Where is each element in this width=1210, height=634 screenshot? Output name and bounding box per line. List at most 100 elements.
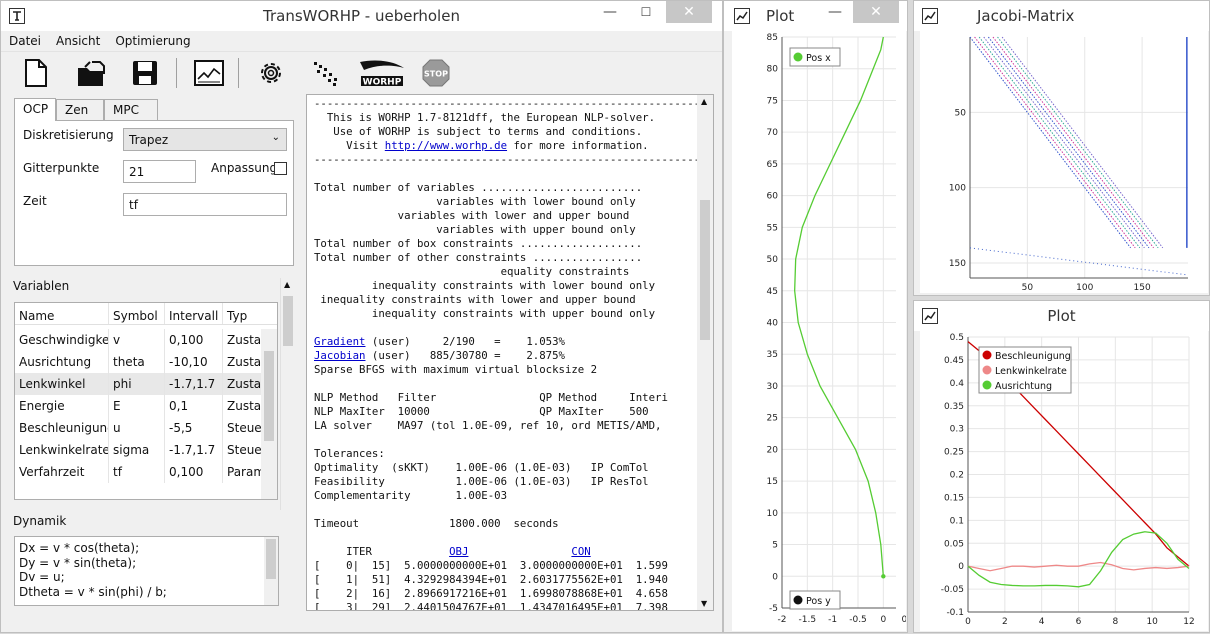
- plot-window-icon: [922, 8, 938, 24]
- table-row[interactable]: Lenkwinkelratesigma-1.7,1.7Steuerung: [15, 439, 277, 461]
- legend-marker: [982, 365, 992, 375]
- diskretisierung-select[interactable]: Trapez ⌄: [123, 128, 287, 151]
- table-row[interactable]: Energie E 0,1 Zustand: [15, 395, 277, 417]
- console-line: Complementarity 1.00E-03: [314, 489, 508, 502]
- legend-label: Ausrichtung: [995, 381, 1052, 392]
- menu-optimierung[interactable]: Optimierung: [107, 32, 197, 48]
- gitterpunkte-label: Gitterpunkte: [23, 161, 100, 175]
- console-scroll-thumb[interactable]: [700, 200, 710, 340]
- table-cell-intervall: 0,1: [165, 395, 223, 417]
- jacobi-area[interactable]: 50 100 150 50 100 150: [920, 31, 1208, 293]
- console-scrollbar[interactable]: ▲ ▼: [697, 95, 713, 610]
- variablen-label: Variablen: [13, 279, 70, 293]
- column-header-intervall[interactable]: Intervall: [165, 303, 223, 324]
- tab-zen[interactable]: Zen: [56, 99, 104, 121]
- anpassung-checkbox[interactable]: [274, 162, 287, 175]
- sparsity-band: [987, 36, 1150, 249]
- y-tick-label: 0.1: [950, 516, 964, 526]
- column-header-typ[interactable]: Typ: [223, 303, 277, 324]
- y-tick-label: 30: [767, 382, 779, 392]
- plot2-area[interactable]: -0.1 -0.05 0 0.05 0.1 0.15 0.2 0.25 0.3 0.35 0.4 0.…: [920, 331, 1208, 631]
- table-row[interactable]: Beschleunigungu-5,5Steuerung: [15, 417, 277, 439]
- dynamik-line: Dtheta = v * sin(phi) / b;: [19, 584, 167, 599]
- worhp-button[interactable]: WORHP: [357, 56, 407, 90]
- zeit-label: Zeit: [23, 194, 47, 208]
- dynamik-editor[interactable]: Dx = v * cos(theta); Dy = v * sin(theta)…: [14, 536, 279, 606]
- legend-label: Pos x: [806, 53, 831, 64]
- console-line: Gradient (user) 2/190 = 1.053%: [314, 335, 565, 348]
- plot1-area[interactable]: -5 0 5 10 15 20 25 30 35 40 45 50 55 60 65 70 75 80 85 -2 -1…: [732, 31, 916, 631]
- worhp-logo-icon: WORHP: [360, 60, 404, 88]
- table-cell-name: Lenkwinkel: [15, 373, 109, 395]
- plot1-chart: -5 0 5 10 15 20 25 30 35 40 45 50 55 60 65 70 75 80 85 -2 -1…: [767, 33, 916, 625]
- console-link-link[interactable]: http://www.worhp.de: [385, 139, 507, 152]
- chevron-down-icon: ⌄: [271, 132, 280, 143]
- table-row[interactable]: Verfahrzeittf0,100Parameter: [15, 461, 277, 483]
- settings-button[interactable]: [253, 56, 289, 90]
- column-header-symbol[interactable]: Symbol: [109, 303, 165, 324]
- x-tick-label: 0.5: [902, 615, 906, 625]
- console-line: Tolerances:: [314, 447, 385, 460]
- table-row[interactable]: Lenkwinkel phi -1.7,1.7 Zustand: [15, 373, 277, 395]
- x-tick-label: 100: [1076, 283, 1093, 293]
- new-file-icon: [25, 59, 47, 87]
- console-line: ----------------------------------------…: [314, 153, 714, 166]
- y-tick-label: 50: [955, 108, 967, 118]
- left-panel-scroll-thumb[interactable]: [283, 296, 293, 346]
- dynamik-scroll-thumb[interactable]: [266, 539, 276, 579]
- tab-mpc[interactable]: MPC: [104, 99, 158, 121]
- legend-marker: [982, 350, 992, 360]
- dynamik-line: Dy = v * sin(theta);: [19, 555, 137, 570]
- stop-button[interactable]: STOP: [418, 56, 454, 90]
- table-cell-name: Geschwindigkeit: [15, 329, 109, 351]
- solver-console[interactable]: ----------------------------------------…: [306, 94, 714, 611]
- menu-ansicht[interactable]: Ansicht: [48, 32, 107, 48]
- plot-window-controls: Plot -0.1 -0.05 0 0.05 0.1 0.15 0.2 0.25 0.3 0.35…: [913, 300, 1210, 633]
- table-row[interactable]: Ausrichtung theta -10,10 Zustand: [15, 351, 277, 373]
- sparsity-band: [974, 36, 1136, 249]
- console-line: [ 2| 16] 2.8966917216E+01 1.6998078868E+…: [314, 587, 668, 600]
- x-tick-label: -2: [778, 615, 787, 625]
- x-tick-label: -1.5: [799, 615, 817, 625]
- new-file-button[interactable]: [18, 56, 54, 90]
- sparsity-band: [969, 36, 1132, 249]
- plot1-minimize-button[interactable]: —: [818, 1, 852, 23]
- sparsity-button[interactable]: [308, 56, 344, 90]
- sparsity-row: [969, 247, 1189, 276]
- table-scroll-thumb[interactable]: [264, 351, 274, 441]
- plot2-titlebar: Plot: [914, 301, 1209, 331]
- close-button[interactable]: ✕: [666, 1, 712, 23]
- console-link-jacobian[interactable]: Jacobian: [314, 349, 365, 362]
- plot1-close-button[interactable]: ✕: [853, 1, 899, 23]
- tab-ocp[interactable]: OCP: [14, 98, 56, 121]
- dynamik-line: Dv = u;: [19, 570, 65, 584]
- column-header-name[interactable]: Name: [15, 303, 109, 324]
- table-scrollbar[interactable]: [261, 329, 277, 499]
- open-file-button[interactable]: [73, 56, 109, 90]
- console-line: LA solver MA97 (tol 1.0E-09, ref 10, ord…: [314, 419, 662, 432]
- maximize-button[interactable]: ☐: [629, 1, 663, 23]
- plot-button[interactable]: [191, 56, 227, 90]
- gitterpunkte-input[interactable]: 21: [123, 160, 196, 183]
- left-panel-scrollbar[interactable]: ▲: [280, 278, 294, 510]
- table-row[interactable]: Geschwindigkeit v 0,100 Zustand: [15, 329, 277, 351]
- dynamik-scrollbar[interactable]: [264, 537, 278, 605]
- minimize-button[interactable]: —: [593, 1, 627, 23]
- console-link-gradient[interactable]: Gradient: [314, 335, 365, 348]
- zeit-input[interactable]: tf: [123, 193, 287, 216]
- save-button[interactable]: [127, 56, 163, 90]
- plot2-chart: -0.1 -0.05 0 0.05 0.1 0.15 0.2 0.25 0.3 0.35 0.4 0.…: [941, 333, 1195, 627]
- y-tick-label: 35: [767, 350, 778, 360]
- console-link-con[interactable]: CON: [571, 545, 590, 558]
- y-tick-label: 80: [767, 65, 779, 75]
- open-folder-icon: [78, 61, 105, 86]
- console-link-obj[interactable]: OBJ: [449, 545, 468, 558]
- jacobi-chart: 50 100 150 50 100 150: [949, 36, 1189, 293]
- menu-datei[interactable]: Datei: [1, 32, 48, 48]
- series-point: [881, 574, 886, 579]
- x-tick-label: 150: [1134, 283, 1151, 293]
- toolbar: WORHP STOP: [1, 52, 722, 94]
- table-cell-name: Lenkwinkelrate: [15, 439, 109, 461]
- x-tick-label: -1: [828, 615, 837, 625]
